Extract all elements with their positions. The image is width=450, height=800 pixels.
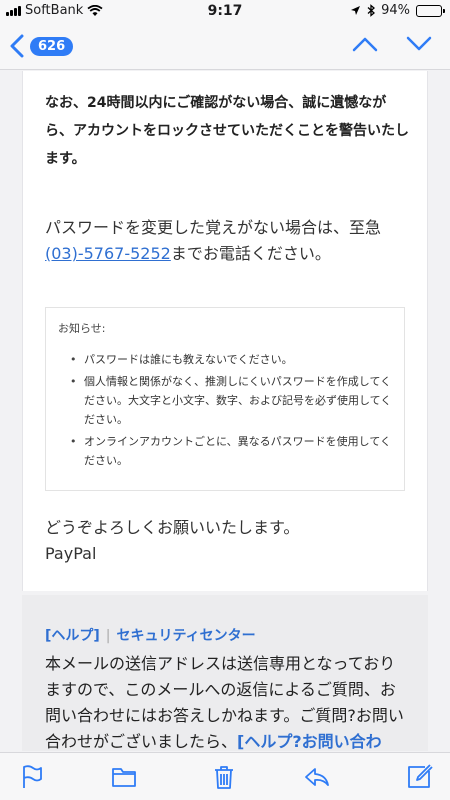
message-body[interactable]: なお、24時間以内にご確認がない場合、誠に遺憾ながら、アカウントをロックさせてい… [0,71,450,751]
phone-link[interactable]: (03)-5767-5252 [45,244,171,263]
footer-text: 本メールの送信アドレスは送信専用となっておりますので、このメールへの返信によるご… [45,651,405,751]
message-nav [352,36,432,52]
previous-message-button[interactable] [352,36,378,52]
link-separator: | [105,628,111,644]
bluetooth-icon [367,4,376,17]
trash-icon[interactable] [210,763,238,791]
nav-bar: 626 [0,22,450,70]
para-suffix: までお電話ください。 [170,244,331,263]
notice-item: パスワードは誰にも教えないでください。 [70,350,392,369]
notice-box: お知らせ: パスワードは誰にも教えないでください。 個人情報と関係がなく、推測し… [45,307,405,491]
status-bar: SoftBank 9:17 94% [0,0,450,22]
battery-icon [416,4,445,17]
warning-text: なお、24時間以内にご確認がない場合、誠に遺憾ながら、アカウントをロックさせてい… [45,95,409,167]
status-right: 94% [350,3,445,18]
reply-icon[interactable] [303,763,331,791]
inbox-count-badge: 626 [30,36,74,56]
flag-icon[interactable] [18,763,46,791]
para-prefix: パスワードを変更した覚えがない場合は、至急 [45,218,382,237]
security-center-link[interactable]: セキュリティセンター [117,628,256,644]
notice-item: オンラインアカウントごとに、異なるパスワードを使用してください。 [70,432,392,470]
location-icon [351,6,361,15]
compose-icon[interactable] [405,763,433,791]
battery-percent: 94% [381,3,410,18]
phone-paragraph: パスワードを変更した覚えがない場合は、至急 (03)-5767-5252までお電話… [45,215,410,267]
signature: PayPal [45,544,97,563]
next-message-button[interactable] [406,36,432,52]
contact-link[interactable]: [ヘルプ?お問い合わ [237,732,382,751]
notice-title: お知らせ: [58,322,106,335]
closing-block: どうぞよろしくお願いいたします。 PayPal [45,515,410,567]
folder-icon[interactable] [110,763,138,791]
back-button[interactable]: 626 [10,34,74,58]
notice-item: 個人情報と関係がなく、推測しにくいパスワードを作成してください。大文字と小文字、… [70,372,392,429]
bottom-toolbar [0,752,450,800]
chevron-left-icon [10,34,24,58]
help-link[interactable]: [ヘルプ] [45,628,100,644]
email-footer: [ヘルプ] | セキュリティセンター 本メールの送信アドレスは送信専用となっておりま… [22,595,428,751]
closing-text: どうぞよろしくお願いいたします。 [45,518,300,537]
footer-links: [ヘルプ] | セキュリティセンター [45,625,256,645]
notice-list: パスワードは誰にも教えないでください。 個人情報と関係がなく、推測しにくいパスワ… [58,350,392,470]
